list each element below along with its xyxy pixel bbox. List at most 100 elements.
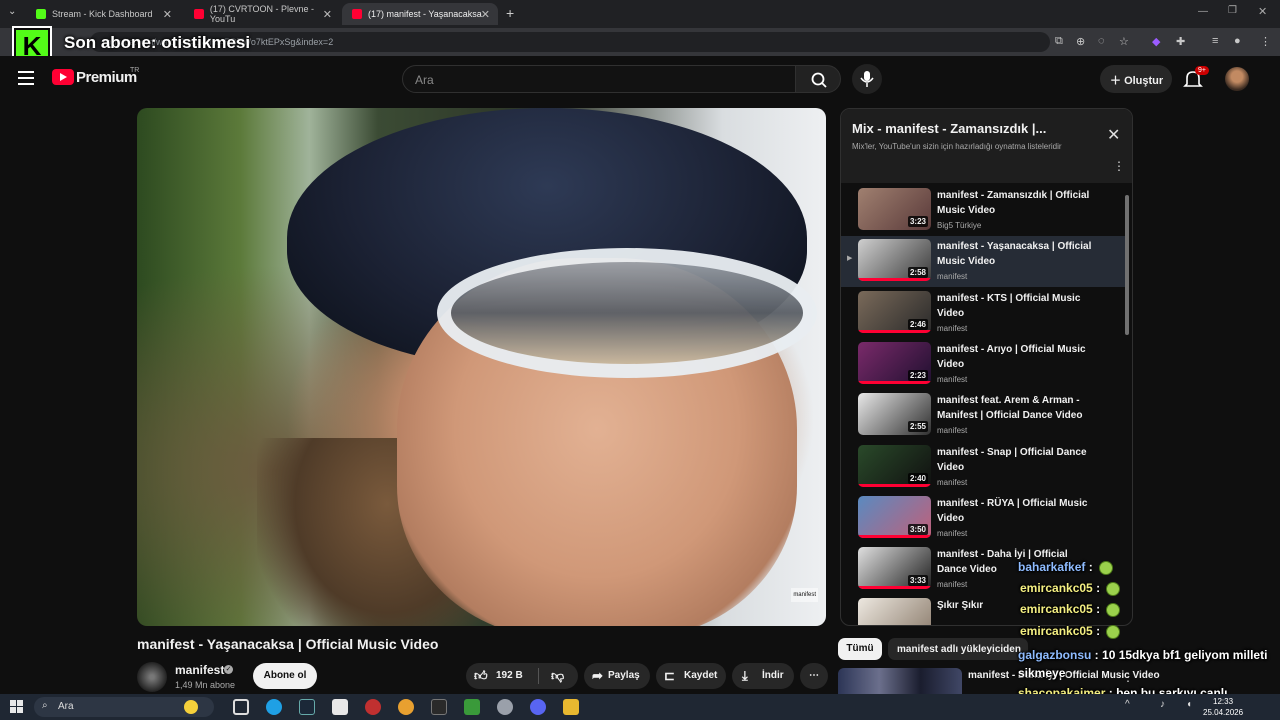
playlist-item[interactable]: 3:50 manifest - RÜYA | Official Music Vid… (841, 493, 1127, 544)
browser-menu-icon[interactable]: ⋮ (1260, 35, 1271, 48)
search-input[interactable]: Ara (402, 65, 796, 93)
playlist-thumbnail[interactable]: 3:23 (858, 188, 931, 230)
close-tab-icon[interactable]: ✕ (163, 8, 172, 21)
plus-icon: ＋ (1110, 75, 1125, 87)
chat-separator: : (1092, 581, 1104, 595)
chat-username: emircankc05 (1020, 602, 1093, 616)
playlist-item-title: manifest - Arıyo | Official Music Video (937, 343, 1086, 370)
bookmark-star-icon[interactable]: ☆ (1119, 35, 1129, 48)
playlist-item[interactable]: 3:23 manifest - Zamansızdık | Official Mu… (841, 185, 1127, 236)
duration-badge: 2:40 (907, 472, 928, 484)
recommended-thumbnail[interactable] (838, 668, 962, 694)
premium-wordmark[interactable]: Premium (76, 69, 137, 86)
close-tab-icon[interactable]: ✕ (481, 8, 490, 21)
chip-uploader[interactable]: manifest adlı yükleyiciden (888, 638, 1028, 660)
playlist-thumbnail[interactable]: 2:58 (858, 239, 931, 282)
more-actions-button[interactable]: ⋯ (800, 663, 828, 689)
hamburger-menu-icon[interactable] (18, 71, 34, 85)
task-view-icon[interactable] (233, 699, 249, 715)
volume-icon[interactable]: ◖ (1186, 699, 1192, 710)
reading-list-icon[interactable]: ≡ (1212, 35, 1218, 47)
channel-avatar[interactable] (137, 662, 167, 692)
playlist-item-title: manifest - Zamansızdık | Official Music … (937, 190, 1090, 216)
playlist-item-title: manifest feat. Arem & Arman - Manifest |… (937, 395, 1083, 422)
windows-start-icon[interactable] (10, 700, 23, 713)
browser-tab-bar: ⌄ Stream - Kick Dashboard ✕ (17) CVRTOON… (0, 0, 1280, 28)
search-button[interactable] (795, 65, 841, 93)
new-tab-icon[interactable]: + (506, 5, 514, 21)
chat-message: emircankc05 : (1020, 581, 1121, 596)
save-label: Kaydet (684, 670, 718, 681)
restore-icon[interactable]: ❐ (1228, 5, 1237, 16)
playlist-item[interactable]: 2:55 manifest feat. Arem & Arman - Manife… (841, 390, 1127, 441)
app-gray-icon[interactable] (497, 699, 513, 715)
playlist-item[interactable]: 2:23 manifest - Arıyo | Official Music Vi… (841, 339, 1127, 390)
eye-off-icon[interactable]: ◌ (1098, 35, 1105, 47)
discord-icon[interactable] (530, 699, 546, 715)
zoom-icon[interactable]: ⊕ (1076, 35, 1085, 48)
subscribe-button[interactable]: Abone ol (253, 663, 317, 689)
dislike-button[interactable]: 👎︎ (539, 663, 578, 689)
close-tab-icon[interactable]: ✕ (323, 8, 332, 21)
playlist-thumbnail[interactable]: 2:40 (858, 444, 931, 487)
edge-icon[interactable] (266, 699, 282, 715)
playlist-thumbnail[interactable]: 2:55 (858, 393, 931, 436)
chat-message: emircankc05 : (1020, 624, 1121, 639)
epic-games-icon[interactable] (431, 699, 447, 715)
playlist-item[interactable]: 2:40 manifest - Snap | Official Dance Vid… (841, 442, 1127, 493)
mic-tray-icon[interactable]: ♪ (1160, 699, 1165, 710)
save-button[interactable]: ⊏ Kaydet (656, 663, 726, 689)
extensions-puzzle-icon[interactable]: ✚ (1176, 35, 1185, 48)
extension-icon[interactable]: ◆ (1152, 35, 1160, 48)
profile-icon[interactable]: ● (1234, 35, 1241, 47)
chip-all[interactable]: Tümü (838, 638, 882, 660)
copilot-sparkle-icon[interactable] (184, 700, 198, 714)
share-button[interactable]: ➦ Paylaş (584, 663, 650, 689)
close-icon[interactable]: ✕ (1107, 125, 1120, 145)
tab-kick-dashboard[interactable]: Stream - Kick Dashboard ✕ (26, 3, 180, 25)
duration-badge: 3:23 (907, 216, 928, 227)
playlist-thumbnail[interactable]: 3:33 (858, 547, 931, 590)
playlist-item-channel: manifest (937, 272, 968, 282)
tab-list-icon[interactable]: ⌄ (8, 6, 16, 17)
create-button[interactable]: ＋ Oluştur (1100, 65, 1172, 93)
like-button[interactable]: 👍︎ 192 B (466, 663, 538, 689)
install-app-icon[interactable]: ⧉ (1055, 35, 1063, 48)
more-vertical-icon[interactable]: ⋮ (1113, 159, 1125, 173)
channel-name[interactable]: manifest (175, 663, 224, 677)
playlist-thumbnail[interactable]: 2:46 (858, 290, 931, 333)
playlist-item[interactable]: 2:46 manifest - KTS | Official Music Vide… (841, 288, 1127, 339)
kick-favicon-icon (36, 9, 46, 19)
playlist-item-channel: manifest (937, 323, 968, 333)
country-code: TR (130, 67, 140, 74)
video-player[interactable]: manifest (137, 108, 826, 626)
playlist-scrollbar[interactable] (1125, 195, 1129, 335)
playlist-thumbnail[interactable]: 2:23 (858, 341, 931, 384)
tray-chevron-icon[interactable]: ^ (1125, 699, 1130, 710)
tab-youtube-manifest[interactable]: (17) manifest - Yaşanacaksa ✕ (342, 3, 498, 25)
chat-username: emircankc05 (1020, 581, 1093, 595)
close-window-icon[interactable]: ✕ (1258, 5, 1267, 18)
like-dislike-group: 👍︎ 192 B 👎︎ (466, 663, 578, 689)
youtube-favicon-icon (352, 9, 362, 19)
tab-youtube-plevne[interactable]: (17) CVRTOON - Plevne - YouTu ✕ (184, 3, 340, 25)
playlist-item[interactable]: ▶ 2:58 manifest - Yaşanacaksa | Official M… (841, 236, 1127, 288)
app-green-icon[interactable] (464, 699, 480, 715)
steam-icon[interactable] (299, 699, 315, 715)
account-avatar[interactable] (1225, 67, 1249, 91)
playlist-title[interactable]: Mix - manifest - Zamansızdık |... (852, 121, 1046, 136)
watch-progress-bar (858, 586, 931, 590)
playlist-thumbnail[interactable] (858, 598, 931, 625)
tab-label: (17) manifest - Yaşanacaksa (368, 9, 482, 19)
youtube-logo-icon[interactable] (52, 69, 74, 85)
tab-label: Stream - Kick Dashboard (52, 9, 153, 19)
file-explorer-icon[interactable] (563, 699, 579, 715)
playlist-thumbnail[interactable]: 3:50 (858, 495, 931, 538)
store-icon[interactable] (332, 699, 348, 715)
download-button[interactable]: ⤓ İndir (732, 663, 794, 689)
minimize-icon[interactable]: — (1198, 6, 1208, 17)
app-icon[interactable] (365, 699, 381, 715)
voice-search-button[interactable] (852, 64, 882, 94)
chrome-icon[interactable] (398, 699, 414, 715)
clock[interactable]: 12:33 25.04.2026 (1203, 696, 1243, 718)
